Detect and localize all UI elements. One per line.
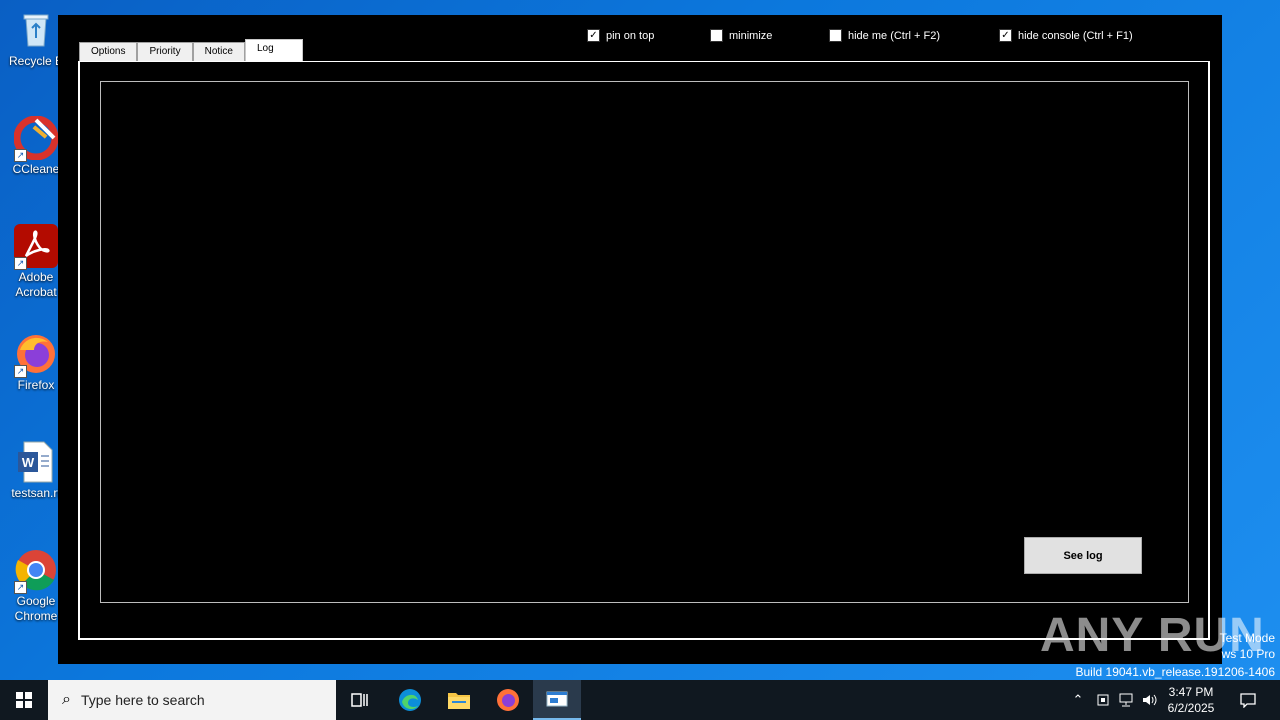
- log-tab-panel: See log: [78, 61, 1210, 640]
- pin-on-top-label: pin on top: [606, 29, 655, 42]
- shortcut-arrow-icon: ↗: [14, 581, 27, 594]
- hide-console-label: hide console (Ctrl + F1): [1018, 29, 1133, 42]
- shortcut-arrow-icon: ↗: [14, 257, 27, 270]
- device-icon: [1097, 694, 1109, 706]
- network-icon: [1119, 693, 1133, 707]
- tray-security-icon[interactable]: [1093, 680, 1113, 720]
- firefox-icon: [497, 689, 519, 711]
- chevron-up-icon: ⌃: [1072, 692, 1084, 707]
- taskbar-file-explorer[interactable]: [435, 680, 483, 720]
- svg-text:W: W: [22, 455, 35, 470]
- see-log-button[interactable]: See log: [1024, 537, 1142, 574]
- hide-me-label: hide me (Ctrl + F2): [848, 29, 940, 42]
- windows-edition-label: ws 10 Pro: [1221, 647, 1275, 661]
- taskbar-firefox[interactable]: [484, 680, 532, 720]
- tab-log[interactable]: Log: [244, 39, 303, 62]
- hide-me-checkbox[interactable]: hide me (Ctrl + F2): [829, 29, 999, 42]
- checkbox-unchecked-icon: [710, 29, 723, 42]
- taskbar-active-app[interactable]: [533, 680, 581, 720]
- search-placeholder: Type here to search: [80, 692, 205, 708]
- tray-volume-icon[interactable]: [1140, 680, 1160, 720]
- minimize-label: minimize: [729, 29, 773, 42]
- show-hidden-icons-button[interactable]: ⌃: [1068, 680, 1088, 720]
- start-button[interactable]: [0, 680, 48, 720]
- build-info-label: Build 19041.vb_release.191206-1406: [1075, 665, 1276, 679]
- minimize-checkbox[interactable]: minimize: [710, 29, 829, 42]
- shortcut-arrow-icon: ↗: [14, 365, 27, 378]
- action-center-button[interactable]: [1234, 680, 1262, 720]
- clock-date: 6/2/2025: [1167, 701, 1215, 715]
- clock-time: 3:47 PM: [1168, 685, 1214, 699]
- task-view-button[interactable]: [336, 680, 384, 720]
- chrome-icon: ↗: [14, 548, 58, 594]
- taskbar: ⌕ Type here to search ⌃ 3:47 PM 6/2/2025: [0, 680, 1280, 720]
- firefox-icon: ↗: [14, 332, 58, 378]
- hide-console-checkbox[interactable]: ✓ hide console (Ctrl + F1): [999, 29, 1133, 42]
- word-document-icon: W: [14, 440, 58, 484]
- tray-network-icon[interactable]: [1116, 680, 1136, 720]
- taskbar-clock[interactable]: 3:47 PM 6/2/2025: [1160, 684, 1222, 716]
- folder-icon: [448, 693, 470, 709]
- speaker-icon: [1143, 694, 1157, 706]
- tab-notice[interactable]: Notice: [192, 42, 245, 62]
- taskbar-search-box[interactable]: ⌕ Type here to search: [48, 680, 336, 720]
- shortcut-arrow-icon: ↗: [14, 149, 27, 162]
- log-output-area[interactable]: See log: [100, 81, 1189, 603]
- task-view-icon: [351, 693, 368, 707]
- tab-priority[interactable]: Priority: [137, 42, 193, 62]
- pin-on-top-checkbox[interactable]: ✓ pin on top: [587, 29, 710, 42]
- edge-icon: [399, 689, 421, 711]
- tab-bar: Options Priority Notice Log: [79, 39, 303, 62]
- checkbox-checked-icon: ✓: [999, 29, 1012, 42]
- search-icon: ⌕: [62, 691, 71, 708]
- tab-options[interactable]: Options: [79, 42, 138, 62]
- adobe-acrobat-icon: ↗: [14, 224, 58, 270]
- checkbox-unchecked-icon: [829, 29, 842, 42]
- app-window-icon: [546, 691, 568, 707]
- options-checkbox-row: ✓ pin on top minimize hide me (Ctrl + F2…: [587, 29, 1133, 42]
- windows-logo-icon: [16, 692, 32, 708]
- recycle-bin-icon: [14, 8, 58, 52]
- taskbar-edge[interactable]: [386, 680, 434, 720]
- test-mode-label: Test Mode: [1219, 631, 1275, 645]
- ccleaner-icon: ↗: [13, 115, 59, 162]
- checkbox-checked-icon: ✓: [587, 29, 600, 42]
- notification-icon: [1240, 693, 1256, 708]
- app-window: Options Priority Notice Log ✓ pin on top…: [58, 15, 1222, 664]
